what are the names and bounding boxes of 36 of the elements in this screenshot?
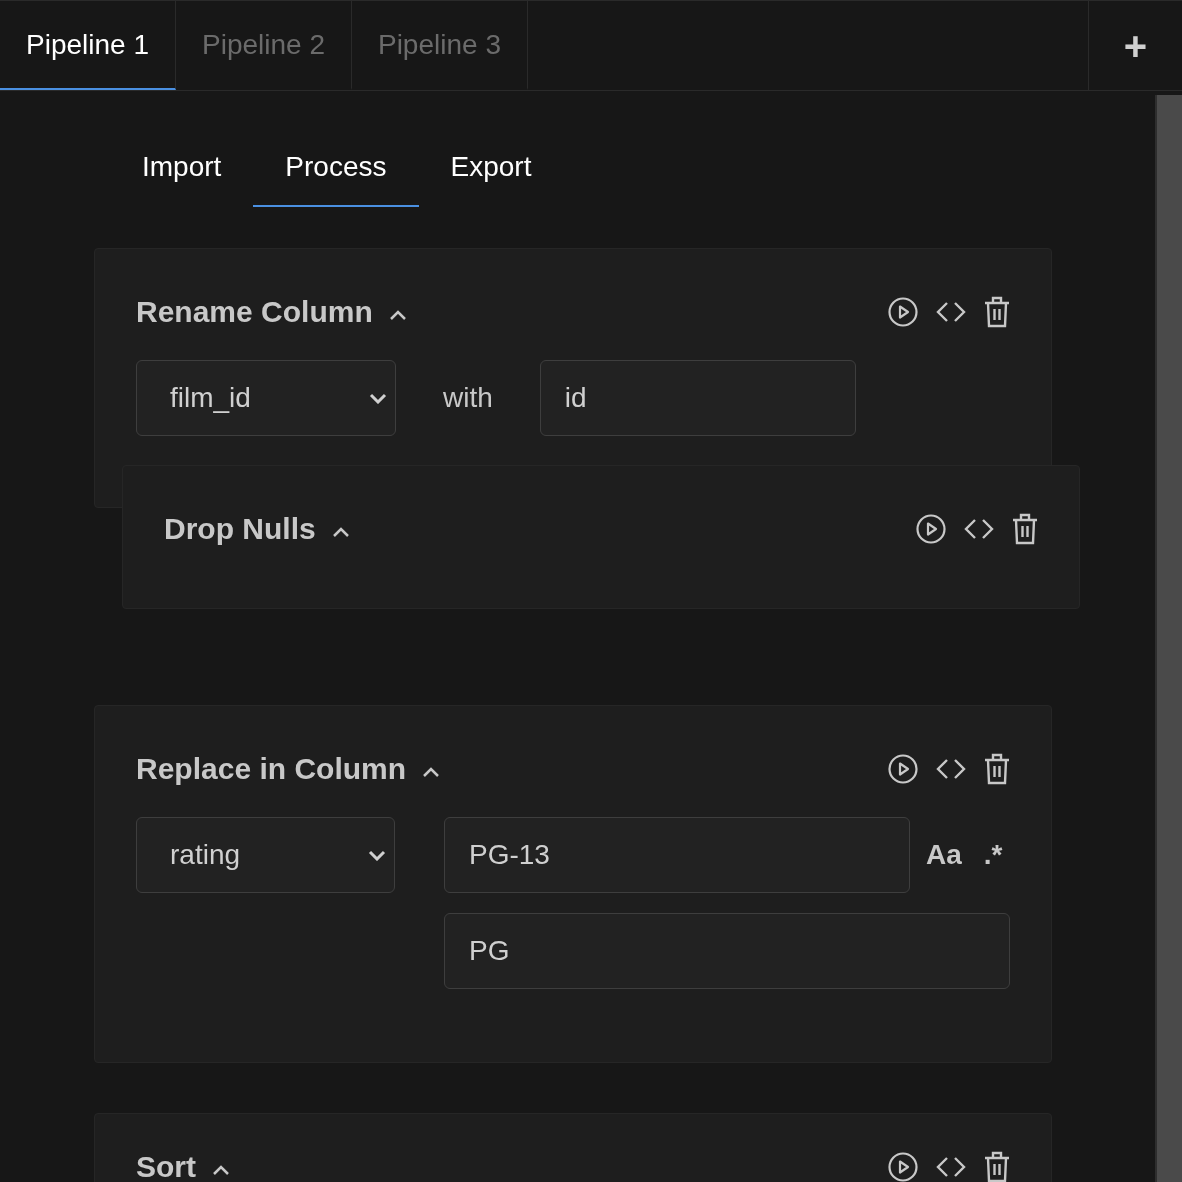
caret-icon — [368, 849, 386, 861]
caret-icon — [331, 525, 350, 538]
stage-tab[interactable]: Process — [253, 139, 419, 207]
code-icon[interactable] — [936, 299, 966, 324]
trash-icon[interactable] — [984, 752, 1010, 785]
caret-icon — [422, 765, 441, 778]
step-title[interactable]: Replace in Column — [136, 746, 441, 791]
column-select[interactable]: rating — [136, 817, 395, 893]
code-icon[interactable] — [964, 516, 994, 541]
text-input[interactable]: id — [539, 360, 856, 436]
step-title[interactable]: Sort — [136, 1144, 230, 1182]
match-case-toggle[interactable]: Aa — [926, 834, 962, 876]
scrollbar[interactable] — [1155, 95, 1182, 1182]
stage-tab[interactable]: Import — [110, 139, 254, 207]
column-select[interactable]: film_id — [136, 360, 396, 436]
code-icon[interactable] — [936, 756, 966, 781]
run-icon[interactable] — [888, 1151, 918, 1182]
regex-toggle[interactable]: .* — [983, 834, 1003, 876]
text-input[interactable]: PG-13 — [444, 817, 910, 893]
trash-icon[interactable] — [984, 1150, 1010, 1182]
caret-icon — [212, 1163, 230, 1176]
code-icon[interactable] — [936, 1154, 966, 1179]
run-icon[interactable] — [888, 296, 918, 327]
pipeline-tab[interactable]: Pipeline 1 — [0, 1, 176, 90]
stage-tab[interactable]: Export — [418, 139, 564, 207]
add-tab-button[interactable]: + — [1088, 1, 1182, 90]
caret-icon — [369, 392, 387, 404]
run-icon[interactable] — [916, 513, 946, 544]
run-icon[interactable] — [888, 753, 918, 784]
text-input[interactable]: PG — [444, 913, 1010, 989]
joiner-label: with — [443, 381, 493, 415]
caret-icon — [388, 308, 407, 321]
step-title[interactable]: Drop Nulls — [164, 506, 350, 551]
trash-icon[interactable] — [1012, 512, 1038, 545]
step-title[interactable]: Rename Column — [136, 289, 407, 334]
trash-icon[interactable] — [984, 295, 1010, 328]
